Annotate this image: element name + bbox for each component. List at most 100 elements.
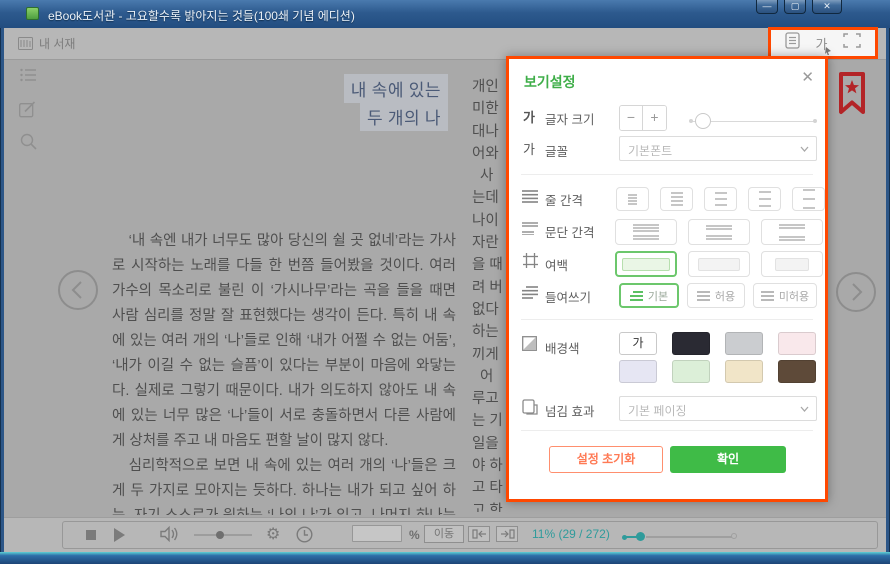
jump-to-end-button[interactable] (496, 526, 518, 542)
bookshelf-icon (18, 37, 33, 50)
indent-option-default-selected[interactable]: 기본 (619, 283, 679, 308)
app-icon (26, 7, 39, 20)
margin-option-1-selected[interactable] (615, 251, 677, 277)
panel-title: 보기설정 (524, 72, 576, 92)
bg-swatch-white[interactable]: 가 (619, 332, 657, 355)
indent-option-allow[interactable]: 허용 (687, 283, 745, 308)
line-spacing-icon (522, 190, 538, 208)
line-spacing-option-3[interactable] (704, 187, 737, 211)
line-spacing-option-1[interactable] (616, 187, 649, 211)
background-color-icon (522, 336, 537, 356)
line-spacing-label: 줄 간격 (545, 190, 583, 209)
my-library-button[interactable]: 내 서재 (18, 35, 75, 52)
window-title: eBook도서관 - 고요할수록 밝아지는 것들(100쇄 기념 에디션) (48, 7, 355, 24)
bookmark-ribbon-icon[interactable] (838, 72, 866, 129)
app-window: eBook도서관 - 고요할수록 밝아지는 것들(100쇄 기념 에디션) — … (0, 0, 890, 564)
tts-play-button[interactable] (114, 528, 125, 542)
toolbar-highlight-box: 가 (768, 27, 878, 59)
view-settings-panel: 보기설정 ✕ 가 글자 크기 − + 가 글꼴 기본폰트 줄 간격 (506, 56, 828, 502)
background-color-label: 배경색 (545, 338, 580, 357)
slider-end-dot (813, 119, 817, 123)
reset-settings-button[interactable]: 설정 초기화 (549, 446, 663, 473)
body-paragraph: ‘내 속엔 내가 너무도 많아 당신의 쉴 곳 없네’라는 가사로 시작하는 노… (112, 229, 456, 454)
maximize-button[interactable]: ▢ (784, 0, 806, 14)
bg-swatch-brown[interactable] (778, 360, 816, 383)
font-size-label: 글자 크기 (545, 109, 594, 128)
font-select-value: 기본폰트 (628, 142, 672, 159)
note-edit-icon[interactable] (19, 101, 36, 123)
line-spacing-option-2[interactable] (660, 187, 693, 211)
chapter-title-line1: 내 속에 있는 (344, 74, 448, 103)
panel-close-icon[interactable]: ✕ (801, 68, 814, 86)
progress-end-dot (731, 533, 737, 539)
font-size-plus-button[interactable]: + (643, 106, 666, 130)
slider-start-dot (689, 119, 693, 123)
chevron-down-icon (800, 146, 809, 152)
search-icon[interactable] (20, 133, 37, 155)
tts-stop-button[interactable] (86, 530, 96, 540)
page-effect-icon (522, 399, 538, 420)
bg-swatch-black[interactable] (672, 332, 710, 355)
reading-progress-text: 11% (29 / 272) (532, 527, 610, 541)
timer-clock-icon[interactable] (296, 526, 313, 548)
bg-swatch-pink[interactable] (778, 332, 816, 355)
view-settings-font-icon[interactable]: 가 (816, 34, 828, 53)
font-size-icon: 가 (523, 107, 535, 126)
book-page-text: ‘내 속엔 내가 너무도 많아 당신의 쉴 곳 없네’라는 가사로 시작하는 노… (112, 229, 456, 515)
bg-swatch-lavender[interactable] (619, 360, 657, 383)
confirm-button[interactable]: 확인 (670, 446, 786, 473)
font-icon: 가 (523, 139, 535, 158)
tts-settings-gear-icon[interactable]: ⚙ (266, 524, 280, 543)
bg-swatch-green[interactable] (672, 360, 710, 383)
title-bar: eBook도서관 - 고요할수록 밝아지는 것들(100쇄 기념 에디션) — … (0, 0, 890, 28)
page-percent-input[interactable] (352, 525, 402, 542)
jump-to-start-button[interactable] (468, 526, 490, 542)
font-label: 글꼴 (545, 141, 568, 160)
divider (521, 319, 813, 320)
bg-swatch-beige[interactable] (725, 360, 763, 383)
progress-slider-knob[interactable] (636, 532, 645, 541)
divider (521, 174, 813, 175)
body-paragraph: 심리학적으로 보면 내 속에 있는 여러 개의 ‘나’들은 크게 두 가지로 모… (112, 454, 456, 515)
page-effect-value: 기본 페이징 (628, 402, 687, 419)
indent-label: 들여쓰기 (545, 287, 591, 306)
toc-document-icon[interactable] (785, 32, 800, 54)
font-select[interactable]: 기본폰트 (619, 136, 817, 161)
line-spacing-option-5[interactable] (792, 187, 825, 211)
paragraph-spacing-option-2[interactable] (688, 219, 750, 245)
divider (521, 430, 813, 431)
window-bottom-frame (0, 552, 890, 564)
chevron-down-icon (800, 406, 809, 412)
line-spacing-option-4[interactable] (748, 187, 781, 211)
close-button[interactable]: ✕ (812, 0, 842, 14)
minimize-button[interactable]: — (756, 0, 778, 14)
page-effect-label: 넘김 효과 (545, 401, 594, 420)
fullscreen-icon[interactable] (843, 33, 861, 53)
my-library-label: 내 서재 (39, 35, 75, 52)
indent-option-disallow[interactable]: 미허용 (753, 283, 817, 308)
bg-swatch-gray[interactable] (725, 332, 763, 355)
percent-sign: % (409, 528, 420, 542)
toc-icon[interactable] (20, 68, 37, 87)
margin-icon (523, 253, 538, 273)
margin-option-2[interactable] (688, 251, 750, 277)
chapter-title-line2: 두 개의 나 (360, 102, 448, 131)
margin-label: 여백 (545, 255, 568, 274)
font-size-stepper: − + (619, 105, 667, 131)
paragraph-spacing-icon (522, 222, 538, 240)
progress-track[interactable] (646, 536, 732, 538)
margin-option-3[interactable] (761, 251, 823, 277)
volume-slider-knob[interactable] (216, 531, 224, 539)
paragraph-spacing-option-1[interactable] (615, 219, 677, 245)
prev-page-button[interactable] (58, 270, 98, 310)
indent-icon (522, 286, 538, 304)
font-size-minus-button[interactable]: − (620, 106, 643, 130)
page-effect-select[interactable]: 기본 페이징 (619, 396, 817, 421)
next-page-button[interactable] (836, 272, 876, 312)
font-size-slider-knob[interactable] (695, 113, 711, 129)
volume-icon[interactable] (160, 526, 179, 547)
right-page-text: 개인미한 대나어와 사는데 나이자란 을 때려 버 없다하는 끼게 어 루고는 … (472, 76, 508, 512)
paragraph-spacing-option-3[interactable] (761, 219, 823, 245)
paragraph-spacing-label: 문단 간격 (545, 222, 594, 241)
goto-button[interactable]: 이동 (424, 525, 464, 543)
